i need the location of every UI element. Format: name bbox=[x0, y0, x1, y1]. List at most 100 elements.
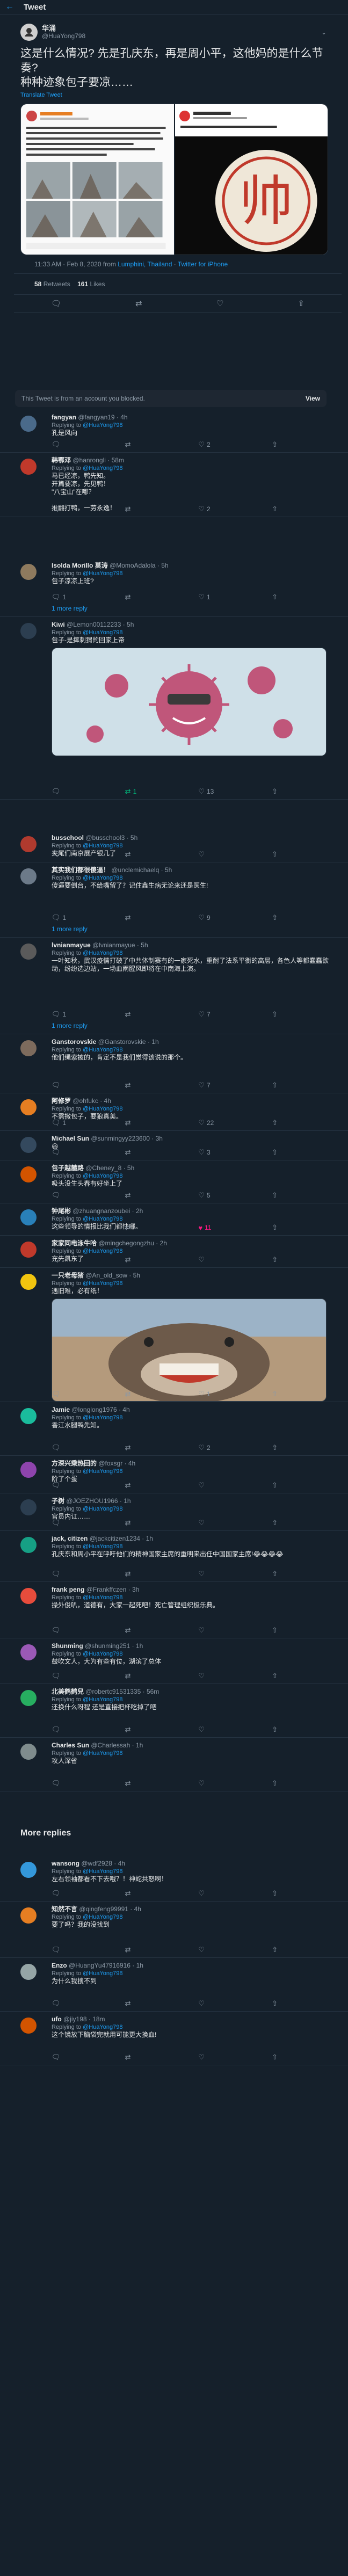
reply-author-handle[interactable]: @jackcitizen1234 · 1h bbox=[90, 1535, 153, 1542]
share-button[interactable]: ⇧ bbox=[272, 1999, 325, 2008]
reply-button[interactable]: 🗨 bbox=[52, 1946, 105, 1954]
reply-avatar[interactable] bbox=[20, 944, 37, 960]
media-image-chess-piece[interactable]: 帅 bbox=[175, 104, 328, 255]
tweet-media[interactable]: 帅 bbox=[20, 104, 328, 255]
replying-to-handle[interactable]: @HuaYong798 bbox=[83, 465, 122, 471]
reply-button[interactable]: 🗨 bbox=[52, 505, 105, 513]
reply-avatar[interactable] bbox=[20, 1274, 37, 1290]
reply-author-name[interactable]: wansong bbox=[52, 1860, 79, 1867]
reply-author-handle[interactable]: @jiy198 · 18m bbox=[63, 2015, 105, 2023]
retweet-button[interactable]: ⇄ bbox=[125, 1999, 179, 2008]
reply-avatar[interactable] bbox=[20, 1537, 37, 1553]
like-button[interactable]: ♡ bbox=[198, 1725, 252, 1734]
replying-to-handle[interactable]: @HuaYong798 bbox=[83, 875, 122, 881]
reply-avatar[interactable] bbox=[20, 1499, 37, 1515]
share-button[interactable]: ⇧ bbox=[272, 1570, 325, 1578]
like-button[interactable]: ♡ 2 bbox=[198, 505, 252, 513]
reply-avatar[interactable] bbox=[20, 2018, 37, 2034]
replying-to-handle[interactable]: @HuaYong798 bbox=[83, 950, 122, 956]
reply-author-handle[interactable]: @shunming251 · 1h bbox=[85, 1642, 143, 1650]
reply-author-name[interactable]: 韩鄂邓 bbox=[52, 456, 71, 464]
author-avatar[interactable] bbox=[20, 24, 38, 41]
reply-author-handle[interactable]: @lvnianmayue · 5h bbox=[92, 941, 148, 949]
reply-button[interactable]: 🗨 bbox=[52, 1223, 105, 1232]
like-button[interactable]: ♡ bbox=[198, 850, 252, 859]
share-button[interactable]: ⇧ bbox=[272, 1148, 325, 1157]
share-button[interactable]: ⇧ bbox=[272, 1081, 325, 1090]
replying-to-handle[interactable]: @HuaYong798 bbox=[83, 1216, 122, 1222]
retweet-button[interactable]: ⇄ bbox=[125, 440, 179, 449]
reply-icon[interactable]: 🗨 bbox=[51, 299, 61, 308]
retweet-button[interactable]: ⇄ bbox=[125, 1889, 179, 1898]
reply-avatar[interactable] bbox=[20, 1462, 37, 1478]
reply-author-name[interactable]: Jamie bbox=[52, 1406, 70, 1413]
reply-avatar[interactable] bbox=[20, 623, 37, 639]
reply-avatar[interactable] bbox=[20, 1209, 37, 1225]
retweet-button[interactable]: ⇄ bbox=[125, 1570, 179, 1578]
like-button[interactable]: ♡ 7 bbox=[198, 1081, 252, 1090]
reply-button[interactable]: 🗨 bbox=[52, 1519, 105, 1527]
like-button[interactable]: ♡ bbox=[198, 1570, 252, 1578]
retweet-button[interactable]: ⇄ bbox=[125, 1119, 179, 1127]
reply-author-handle[interactable]: @sunmingyy223600 · 3h bbox=[91, 1135, 163, 1142]
reply-avatar[interactable] bbox=[20, 416, 37, 432]
reply-button[interactable]: 🗨 bbox=[52, 787, 105, 796]
reply-button[interactable]: 🗨 bbox=[52, 2053, 105, 2062]
reply-author-name[interactable]: 知然不言 bbox=[52, 1905, 77, 1913]
like-button[interactable]: ♡ bbox=[198, 2053, 252, 2062]
show-more-replies-link[interactable]: 1 more reply bbox=[52, 925, 88, 933]
likes-label[interactable]: Likes bbox=[90, 280, 105, 288]
reply-author-handle[interactable]: @JOEZHOU1966 · 1h bbox=[66, 1497, 130, 1505]
replying-to-handle[interactable]: @HuaYong798 bbox=[83, 1248, 122, 1254]
like-button[interactable]: ♡ bbox=[198, 1889, 252, 1898]
show-more-replies-link[interactable]: 1 more reply bbox=[52, 1022, 88, 1029]
share-button[interactable]: ⇧ bbox=[272, 2053, 325, 2062]
replying-to-handle[interactable]: @HuaYong798 bbox=[83, 629, 122, 636]
reply-avatar[interactable] bbox=[20, 1690, 37, 1706]
retweet-button[interactable]: ⇄ bbox=[125, 1256, 179, 1264]
reply-author-handle[interactable]: @mingchegongzhu · 2h bbox=[98, 1239, 167, 1247]
reply-author-handle[interactable]: @zhuangnanzoubei · 2h bbox=[73, 1207, 143, 1215]
replying-to-handle[interactable]: @HuaYong798 bbox=[83, 1543, 122, 1550]
reply-tweet[interactable]: lvnianmayue @lvnianmayue · 5h Replying to… bbox=[0, 937, 348, 1034]
share-button[interactable]: ⇧ bbox=[272, 1779, 325, 1788]
reply-button[interactable]: 🗨 bbox=[52, 1725, 105, 1734]
share-button[interactable]: ⇧ bbox=[272, 1256, 325, 1264]
share-button[interactable]: ⇧ bbox=[272, 1672, 325, 1680]
reply-author-name[interactable]: Isolda Morillo 莫涛 bbox=[52, 562, 108, 569]
reply-author-name[interactable]: Enzo bbox=[52, 1962, 67, 1969]
like-button[interactable]: ♡ 3 bbox=[198, 1148, 252, 1157]
reply-button[interactable]: 🗨 bbox=[52, 1481, 105, 1490]
reply-avatar[interactable] bbox=[20, 1099, 37, 1115]
retweets-label[interactable]: Retweets bbox=[44, 280, 70, 288]
retweet-button[interactable]: ⇄ bbox=[125, 1148, 179, 1157]
reply-author-name[interactable]: 家家同电泳牛哈 bbox=[52, 1239, 97, 1247]
reply-author-name[interactable]: ufo bbox=[52, 2015, 62, 2023]
share-button[interactable]: ⇧ bbox=[272, 593, 325, 601]
chevron-down-icon[interactable]: ⌄ bbox=[321, 28, 327, 36]
reply-media-image[interactable] bbox=[52, 648, 327, 756]
reply-author-name[interactable]: Michael Sun bbox=[52, 1135, 89, 1142]
reply-avatar[interactable] bbox=[20, 836, 37, 852]
reply-author-name[interactable]: Charles Sun bbox=[52, 1741, 89, 1749]
reply-avatar[interactable] bbox=[20, 1907, 37, 1924]
share-button[interactable]: ⇧ bbox=[272, 1725, 325, 1734]
reply-avatar[interactable] bbox=[20, 1137, 37, 1153]
like-button[interactable]: ♡ 13 bbox=[198, 787, 252, 796]
reply-author-name[interactable]: frank peng bbox=[52, 1586, 84, 1593]
replying-to-handle[interactable]: @HuaYong798 bbox=[83, 1651, 122, 1657]
replying-to-handle[interactable]: @HuaYong798 bbox=[83, 1696, 122, 1703]
replying-to-handle[interactable]: @HuaYong798 bbox=[83, 2024, 122, 2030]
reply-author-name[interactable]: busschool bbox=[52, 834, 84, 841]
reply-tweet[interactable]: 一只老母猪 @An_old_sow · 5h Replying to @HuaYo… bbox=[0, 1267, 348, 1402]
like-button[interactable]: ♡ bbox=[198, 1256, 252, 1264]
replying-to-handle[interactable]: @HuaYong798 bbox=[83, 1414, 122, 1421]
like-button[interactable]: ♡ bbox=[198, 1519, 252, 1527]
reply-button[interactable]: 🗨 bbox=[52, 440, 105, 449]
retweet-button[interactable]: ⇄ bbox=[125, 1191, 179, 1200]
reply-button[interactable]: 🗨 bbox=[52, 1779, 105, 1788]
retweet-button[interactable]: ⇄ bbox=[125, 593, 179, 601]
reply-author-handle[interactable]: @unclemichaelq · 5h bbox=[111, 866, 172, 874]
like-count[interactable]: 161 bbox=[77, 280, 88, 288]
reply-avatar[interactable] bbox=[20, 1644, 37, 1660]
